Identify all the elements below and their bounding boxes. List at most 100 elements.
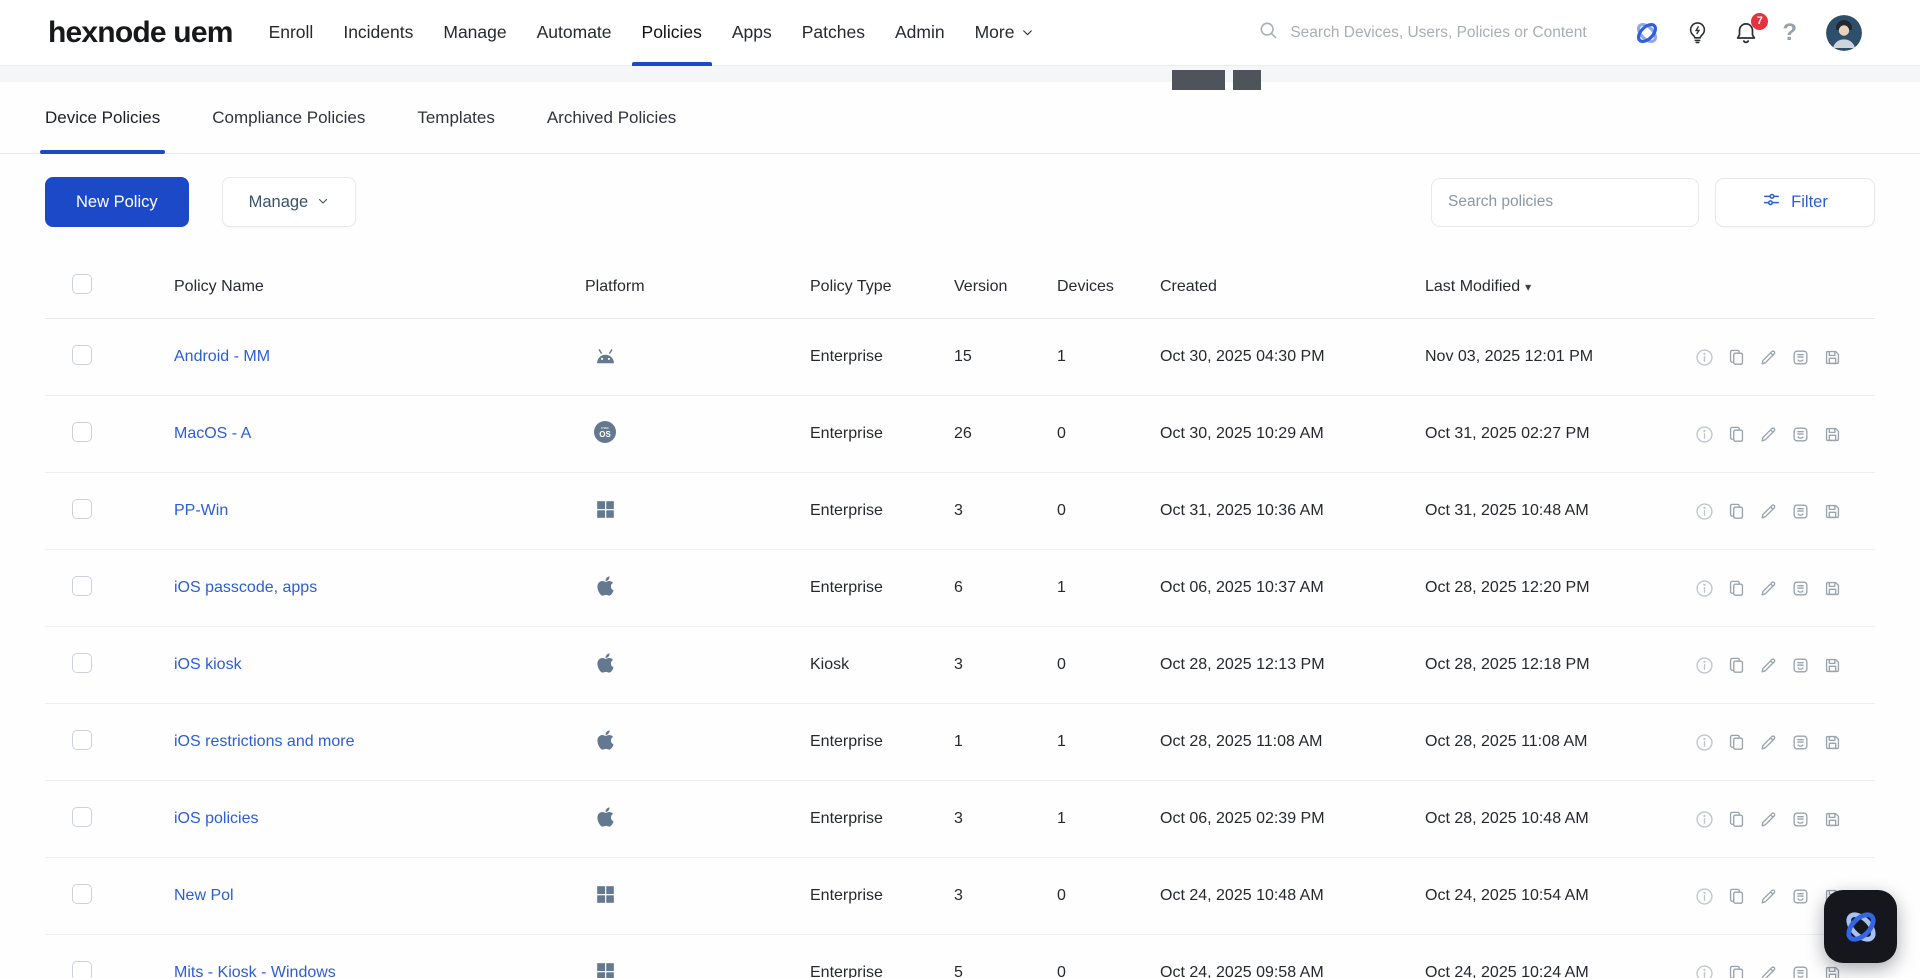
placeholder-block (1172, 70, 1225, 90)
nav-item-enroll[interactable]: Enroll (259, 0, 324, 66)
save-icon[interactable] (1823, 810, 1842, 829)
nav-item-more[interactable]: More (965, 0, 1045, 66)
save-icon[interactable] (1823, 964, 1842, 978)
policy-name-link[interactable]: Mits - Kiosk - Windows (174, 964, 336, 978)
row-checkbox[interactable] (72, 730, 92, 750)
policy-name-link[interactable]: iOS restrictions and more (174, 733, 355, 750)
edit-icon[interactable] (1759, 964, 1778, 978)
edit-icon[interactable] (1759, 425, 1778, 444)
policy-name-link[interactable]: MacOS - A (174, 425, 251, 442)
policy-modified: Oct 28, 2025 12:20 PM (1425, 579, 1695, 597)
duplicate-icon[interactable] (1727, 656, 1746, 675)
info-icon[interactable] (1695, 502, 1714, 521)
filter-button[interactable]: Filter (1715, 178, 1875, 227)
versions-icon[interactable] (1791, 425, 1810, 444)
duplicate-icon[interactable] (1727, 810, 1746, 829)
info-icon[interactable] (1695, 964, 1714, 978)
info-icon[interactable] (1695, 425, 1714, 444)
edit-icon[interactable] (1759, 887, 1778, 906)
info-icon[interactable] (1695, 579, 1714, 598)
nav-item-patches[interactable]: Patches (792, 0, 875, 66)
info-icon[interactable] (1695, 810, 1714, 829)
tab-compliance-policies[interactable]: Compliance Policies (212, 82, 365, 154)
save-icon[interactable] (1823, 502, 1842, 521)
edit-icon[interactable] (1759, 502, 1778, 521)
help-icon[interactable]: ? (1782, 19, 1797, 47)
policy-version: 3 (954, 656, 1057, 674)
duplicate-icon[interactable] (1727, 887, 1746, 906)
edit-icon[interactable] (1759, 348, 1778, 367)
table-row: New Pol Enterprise 3 0 Oct 24, 2025 10:4… (45, 858, 1875, 935)
info-icon[interactable] (1695, 887, 1714, 906)
versions-icon[interactable] (1791, 964, 1810, 978)
edit-icon[interactable] (1759, 579, 1778, 598)
notifications-bell-icon[interactable]: 7 (1733, 20, 1759, 46)
ios-icon (593, 574, 617, 598)
versions-icon[interactable] (1791, 579, 1810, 598)
row-checkbox[interactable] (72, 499, 92, 519)
global-search-input[interactable] (1290, 24, 1590, 42)
versions-icon[interactable] (1791, 810, 1810, 829)
save-icon[interactable] (1823, 579, 1842, 598)
info-icon[interactable] (1695, 656, 1714, 675)
versions-icon[interactable] (1791, 502, 1810, 521)
tab-device-policies[interactable]: Device Policies (45, 82, 160, 154)
edit-icon[interactable] (1759, 733, 1778, 752)
row-checkbox[interactable] (72, 422, 92, 442)
manage-dropdown-button[interactable]: Manage (222, 177, 357, 227)
versions-icon[interactable] (1791, 348, 1810, 367)
save-icon[interactable] (1823, 656, 1842, 675)
versions-icon[interactable] (1791, 733, 1810, 752)
row-checkbox[interactable] (72, 653, 92, 673)
save-icon[interactable] (1823, 425, 1842, 444)
genie-icon[interactable] (1632, 18, 1662, 48)
nav-item-automate[interactable]: Automate (527, 0, 622, 66)
duplicate-icon[interactable] (1727, 502, 1746, 521)
duplicate-icon[interactable] (1727, 579, 1746, 598)
col-policy-name: Policy Name (174, 278, 585, 296)
policy-name-link[interactable]: iOS kiosk (174, 656, 242, 673)
row-checkbox[interactable] (72, 884, 92, 904)
nav-item-policies[interactable]: Policies (632, 0, 712, 66)
global-search[interactable] (1258, 20, 1590, 45)
policy-name-link[interactable]: iOS policies (174, 810, 258, 827)
save-icon[interactable] (1823, 348, 1842, 367)
duplicate-icon[interactable] (1727, 348, 1746, 367)
new-policy-button[interactable]: New Policy (45, 177, 189, 227)
edit-icon[interactable] (1759, 810, 1778, 829)
whats-new-bulb-icon[interactable] (1685, 20, 1710, 45)
nav-item-manage[interactable]: Manage (433, 0, 516, 66)
hexnode-logo: hexnode uem (48, 16, 233, 50)
user-avatar[interactable] (1826, 15, 1862, 51)
tab-archived-policies[interactable]: Archived Policies (547, 82, 676, 154)
versions-icon[interactable] (1791, 656, 1810, 675)
policy-modified: Oct 31, 2025 02:27 PM (1425, 425, 1695, 443)
row-checkbox[interactable] (72, 807, 92, 827)
nav-item-admin[interactable]: Admin (885, 0, 955, 66)
col-last-modified[interactable]: Last Modified▾ (1425, 278, 1695, 296)
policy-tabs: Device Policies Compliance Policies Temp… (0, 82, 1920, 154)
genie-widget-button[interactable] (1824, 890, 1897, 963)
row-checkbox[interactable] (72, 961, 92, 978)
duplicate-icon[interactable] (1727, 733, 1746, 752)
policy-version: 3 (954, 502, 1057, 520)
duplicate-icon[interactable] (1727, 964, 1746, 978)
save-icon[interactable] (1823, 733, 1842, 752)
policy-search-input[interactable] (1431, 178, 1699, 227)
policy-type: Enterprise (810, 502, 954, 520)
policy-name-link[interactable]: New Pol (174, 887, 234, 904)
edit-icon[interactable] (1759, 656, 1778, 675)
nav-item-apps[interactable]: Apps (722, 0, 782, 66)
row-checkbox[interactable] (72, 345, 92, 365)
duplicate-icon[interactable] (1727, 425, 1746, 444)
row-checkbox[interactable] (72, 576, 92, 596)
policy-name-link[interactable]: Android - MM (174, 348, 270, 365)
nav-item-incidents[interactable]: Incidents (333, 0, 423, 66)
info-icon[interactable] (1695, 348, 1714, 367)
info-icon[interactable] (1695, 733, 1714, 752)
versions-icon[interactable] (1791, 887, 1810, 906)
select-all-checkbox[interactable] (72, 274, 92, 294)
policy-name-link[interactable]: PP-Win (174, 502, 228, 519)
policy-name-link[interactable]: iOS passcode, apps (174, 579, 317, 596)
tab-templates[interactable]: Templates (417, 82, 494, 154)
